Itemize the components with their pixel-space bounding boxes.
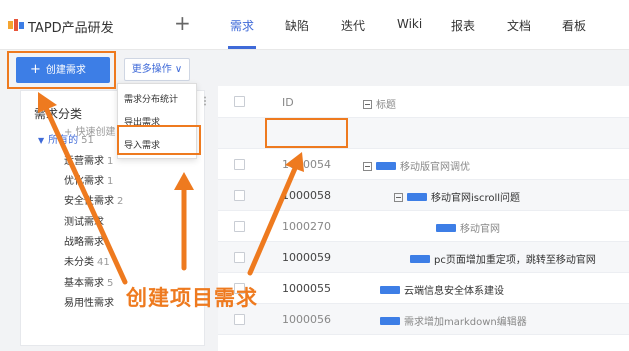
annotation-arrows — [38, 92, 304, 285]
annotation-caption: 创建项目需求 — [126, 286, 258, 310]
